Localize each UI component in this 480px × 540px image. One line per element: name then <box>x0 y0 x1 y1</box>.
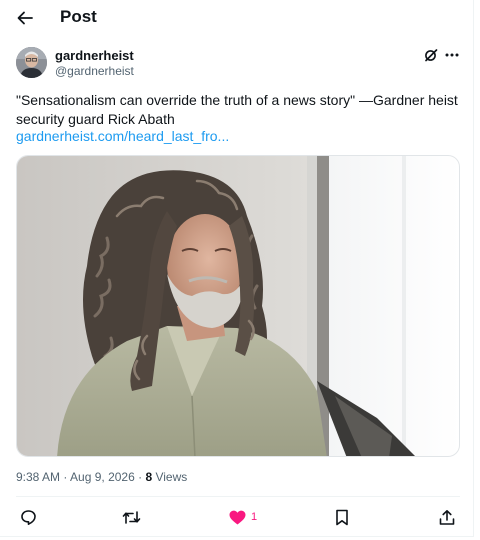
meta-separator: · <box>60 470 71 484</box>
like-button[interactable]: 1 <box>229 507 257 527</box>
back-arrow-icon <box>17 11 33 25</box>
divider <box>16 496 460 497</box>
more-icon[interactable] <box>443 47 461 63</box>
author-name[interactable]: gardnerheist <box>55 48 134 63</box>
post-header: Post <box>0 0 473 36</box>
post-date[interactable]: Aug 9, 2026 <box>70 470 135 484</box>
tweet-text: "Sensationalism can override the truth o… <box>16 92 458 127</box>
grok-icon[interactable] <box>423 47 439 63</box>
share-button[interactable] <box>439 507 455 527</box>
page-title: Post <box>60 7 97 26</box>
reply-icon <box>21 509 36 525</box>
reply-button[interactable] <box>20 507 37 527</box>
repost-icon <box>122 510 141 524</box>
post-time[interactable]: 9:38 AM <box>16 470 60 484</box>
like-heart-icon <box>229 510 246 524</box>
like-count: 1 <box>251 511 258 523</box>
repost-button[interactable] <box>122 507 141 527</box>
meta-separator: · <box>134 470 146 484</box>
post-meta: 9:38 AM · Aug 9, 2026 · 8 Views <box>16 470 187 484</box>
share-icon <box>439 509 455 525</box>
tweet-photo[interactable] <box>16 155 460 457</box>
tweet-link[interactable]: gardnerheist.com/heard_last_fro... <box>16 128 229 145</box>
views-label: Views <box>152 470 188 484</box>
back-button[interactable] <box>12 5 38 31</box>
bookmark-button[interactable] <box>335 507 349 527</box>
author-handle[interactable]: @gardnerheist <box>55 64 134 78</box>
bookmark-icon <box>336 509 348 525</box>
avatar[interactable] <box>16 47 47 78</box>
